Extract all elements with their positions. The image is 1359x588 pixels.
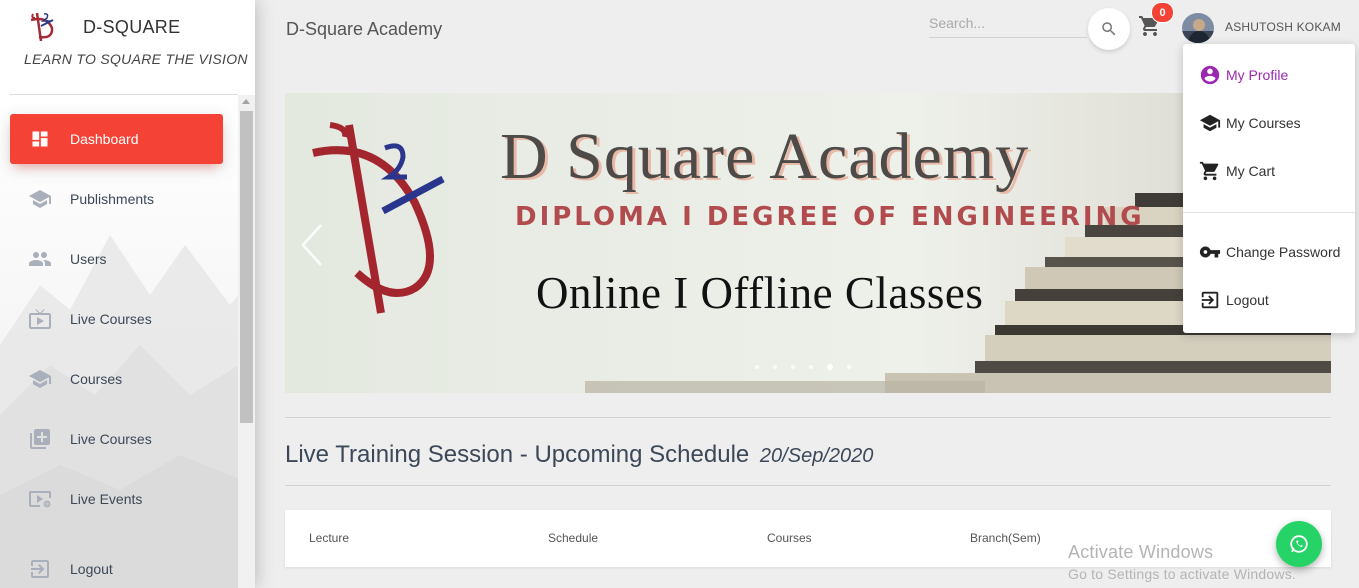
sidebar-item-publishments[interactable]: Publishments bbox=[10, 174, 223, 224]
avatar[interactable] bbox=[1182, 13, 1214, 43]
carousel-dot[interactable] bbox=[847, 365, 851, 369]
search-button[interactable] bbox=[1088, 8, 1130, 50]
banner-subtitle: DIPLOMA I DEGREE OF ENGINEERING bbox=[515, 202, 1145, 232]
activate-windows-title: Activate Windows bbox=[1068, 542, 1214, 562]
sidebar-item-label: Live Courses bbox=[70, 431, 152, 447]
sidebar-item-users[interactable]: Users bbox=[10, 234, 223, 284]
scroll-thumb[interactable] bbox=[240, 111, 253, 423]
school-icon bbox=[28, 187, 52, 211]
table-header-schedule: Schedule bbox=[548, 531, 599, 545]
table-header-lecture: Lecture bbox=[309, 531, 350, 545]
whatsapp-icon bbox=[1290, 535, 1308, 553]
menu-item-logout[interactable]: Logout bbox=[1183, 280, 1355, 320]
schedule-title: Live Training Session - Upcoming Schedul… bbox=[285, 441, 750, 468]
sidebar-item-live-courses[interactable]: Live Courses bbox=[10, 294, 223, 344]
schedule-heading: Live Training Session - Upcoming Schedul… bbox=[285, 441, 873, 469]
search-field bbox=[929, 8, 1087, 38]
menu-item-my-courses[interactable]: My Courses bbox=[1183, 103, 1355, 143]
brand-header: D-SQUARE LEARN TO SQUARE THE VISION bbox=[0, 0, 255, 95]
user-menu-dropdown: My Profile My Courses My Cart Change Pas… bbox=[1183, 44, 1355, 333]
menu-item-label: My Profile bbox=[1226, 67, 1289, 83]
carousel-dot[interactable] bbox=[827, 364, 833, 370]
sidebar-scrollbar[interactable] bbox=[238, 95, 255, 588]
search-icon bbox=[1102, 22, 1116, 36]
carousel-dot[interactable] bbox=[791, 365, 795, 369]
whatsapp-chat-button[interactable] bbox=[1276, 521, 1322, 567]
carousel-dot[interactable] bbox=[809, 365, 813, 369]
sidebar-item-dashboard[interactable]: Dashboard bbox=[10, 114, 223, 164]
exit-icon bbox=[1199, 289, 1221, 311]
user-name[interactable]: ASHUTOSH KOKAM bbox=[1225, 20, 1341, 34]
d-square-logo[interactable] bbox=[25, 8, 61, 44]
menu-item-my-cart[interactable]: My Cart bbox=[1183, 151, 1355, 191]
sidebar-item-label: Courses bbox=[70, 371, 123, 387]
school-icon bbox=[28, 367, 52, 391]
table-header-branch: Branch(Sem) bbox=[970, 531, 1041, 545]
banner-title: D Square Academy bbox=[500, 120, 1030, 193]
menu-item-label: My Courses bbox=[1226, 115, 1301, 131]
activate-windows-subtitle: Go to Settings to activate Windows. bbox=[1068, 566, 1296, 582]
schedule-date: 20/Sep/2020 bbox=[759, 445, 874, 467]
sidebar-item-label: Live Courses bbox=[70, 311, 152, 327]
divider bbox=[285, 485, 1331, 486]
sidebar-item-label: Logout bbox=[70, 561, 113, 577]
divider bbox=[285, 417, 1331, 418]
search-input[interactable] bbox=[929, 8, 1087, 37]
sidebar-item-label: Publishments bbox=[70, 191, 155, 207]
cart-icon bbox=[1199, 160, 1221, 182]
video-settings-icon bbox=[28, 487, 52, 511]
sidebar-item-logout[interactable]: Logout bbox=[10, 544, 223, 588]
menu-item-label: My Cart bbox=[1226, 163, 1275, 179]
carousel-prev-chevron-icon[interactable] bbox=[297, 223, 325, 267]
carousel-indicators bbox=[755, 364, 851, 370]
brand-tagline: LEARN TO SQUARE THE VISION bbox=[24, 51, 248, 67]
table-header-courses: Courses bbox=[767, 531, 812, 545]
sidebar: D-SQUARE LEARN TO SQUARE THE VISION Dash… bbox=[0, 0, 255, 588]
menu-item-label: Logout bbox=[1226, 292, 1269, 308]
menu-item-label: Change Password bbox=[1226, 244, 1341, 260]
scroll-up-arrow-icon[interactable] bbox=[242, 99, 250, 104]
sidebar-item-label: Users bbox=[70, 251, 107, 267]
account-circle-icon bbox=[1199, 64, 1221, 86]
sidebar-item-label: Live Events bbox=[70, 491, 143, 507]
hero-carousel: D Square Academy DIPLOMA I DEGREE OF ENG… bbox=[285, 93, 1331, 393]
carousel-dot[interactable] bbox=[755, 365, 759, 369]
library-add-icon bbox=[28, 427, 52, 451]
dashboard-icon bbox=[28, 127, 52, 151]
menu-divider bbox=[1183, 212, 1355, 213]
sidebar-item-courses[interactable]: Courses bbox=[10, 354, 223, 404]
page-title[interactable]: D-Square Academy bbox=[286, 19, 442, 40]
cart-count-badge: 0 bbox=[1151, 2, 1174, 23]
school-icon bbox=[1199, 112, 1221, 134]
banner-tagline: Online I Offline Classes bbox=[536, 268, 984, 318]
sidebar-item-label: Dashboard bbox=[70, 131, 139, 147]
exit-icon bbox=[28, 557, 52, 581]
sidebar-item-live-courses-add[interactable]: Live Courses bbox=[10, 414, 223, 464]
menu-item-my-profile[interactable]: My Profile bbox=[1183, 55, 1355, 95]
key-icon bbox=[1199, 241, 1221, 263]
carousel-dot[interactable] bbox=[773, 365, 777, 369]
live-tv-icon bbox=[28, 307, 52, 331]
sidebar-nav: Dashboard Publishments Users Live Course… bbox=[0, 95, 238, 588]
menu-item-change-password[interactable]: Change Password bbox=[1183, 232, 1355, 272]
sidebar-item-live-events[interactable]: Live Events bbox=[10, 474, 223, 524]
brand-name[interactable]: D-SQUARE bbox=[83, 17, 180, 38]
people-icon bbox=[28, 247, 52, 271]
